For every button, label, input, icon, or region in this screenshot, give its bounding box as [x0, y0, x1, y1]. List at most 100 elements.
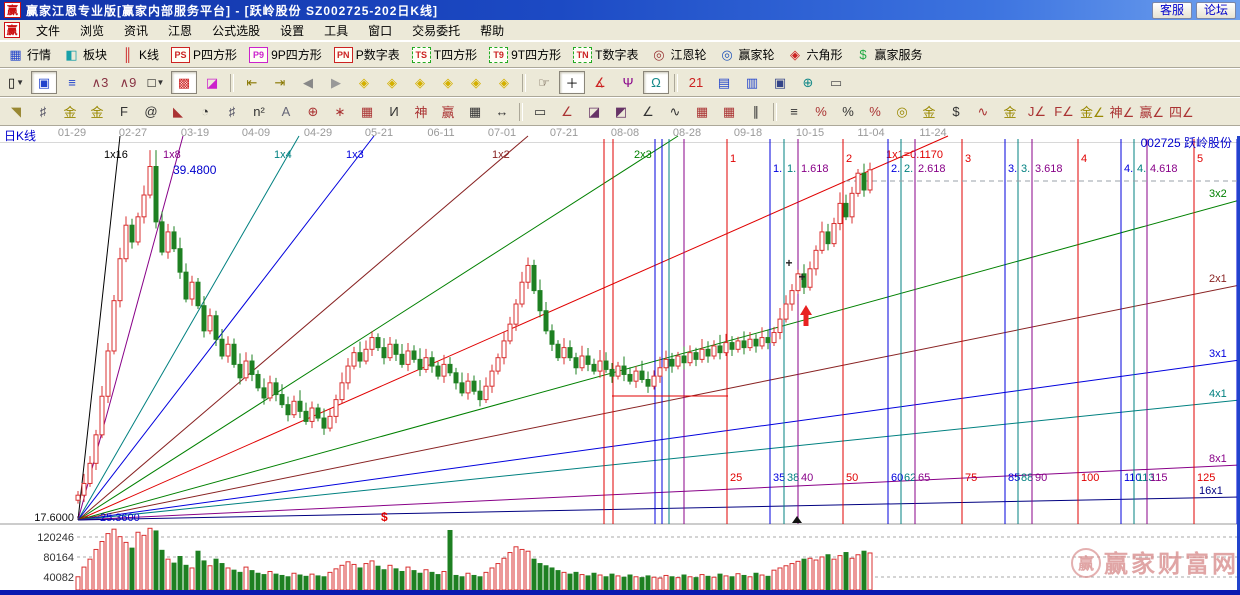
candlestick[interactable] — [388, 344, 392, 357]
wave-3-icon[interactable]: ∧3 — [87, 71, 113, 94]
candlestick[interactable] — [94, 435, 98, 464]
percent-red-icon[interactable]: % — [862, 100, 888, 123]
angle-measure-icon[interactable]: ∡ — [587, 71, 613, 94]
candlestick[interactable] — [322, 418, 326, 428]
candlestick[interactable] — [838, 203, 842, 223]
candlestick[interactable] — [664, 359, 668, 367]
pattern-markers-icon[interactable]: ▩ — [171, 71, 197, 94]
candlestick[interactable] — [802, 274, 806, 287]
center-diamond-icon[interactable]: ◈ — [491, 71, 517, 94]
candlestick[interactable] — [580, 356, 584, 368]
candlestick[interactable] — [616, 366, 620, 376]
pan-left-diamond-icon[interactable]: ◈ — [351, 71, 377, 94]
toolbar-button-gann-wheel[interactable]: ◎江恩轮 — [646, 44, 710, 65]
candlestick[interactable] — [154, 167, 158, 222]
candlestick[interactable] — [418, 359, 422, 369]
box-measure-icon[interactable]: ▭ — [527, 100, 553, 123]
candlestick[interactable] — [538, 291, 542, 311]
candlestick[interactable] — [346, 366, 350, 383]
golden-section-v-icon[interactable]: 金 — [84, 100, 110, 123]
toolbar-button-t-number-table[interactable]: TNT数字表 — [569, 44, 642, 65]
candlestick[interactable] — [394, 344, 398, 354]
candlestick[interactable] — [454, 373, 458, 383]
crosshair-icon[interactable]: ＋ — [559, 71, 585, 94]
first-bar-icon[interactable]: ⇤ — [239, 71, 265, 94]
candlestick[interactable] — [496, 358, 500, 371]
wave-9-icon[interactable]: ∧9 — [115, 71, 141, 94]
toolbar-button-t-square[interactable]: TST四方形 — [408, 44, 481, 65]
candlestick[interactable] — [508, 324, 512, 341]
web-link-icon[interactable]: ⊕ — [795, 71, 821, 94]
candlestick[interactable] — [676, 356, 680, 366]
candlestick[interactable] — [250, 361, 254, 374]
candlestick[interactable] — [784, 304, 788, 319]
candlestick[interactable] — [100, 396, 104, 435]
angle-ruler-icon[interactable]: A — [273, 100, 299, 123]
candlestick[interactable] — [592, 364, 596, 371]
gann-shape-tool-icon[interactable]: Ψ — [615, 71, 641, 94]
candle-style-dropdown-icon[interactable]: □▼ — [143, 71, 169, 94]
prev-bar-icon[interactable]: ◀ — [295, 71, 321, 94]
candlestick[interactable] — [742, 341, 746, 348]
shen-tool-icon[interactable]: 神 — [408, 100, 434, 123]
gold-lines-icon[interactable]: 金 — [916, 100, 942, 123]
save-disk-icon[interactable]: ▣ — [767, 71, 793, 94]
candlestick[interactable] — [478, 391, 482, 399]
candlestick[interactable] — [484, 386, 488, 399]
candlestick[interactable] — [532, 265, 536, 290]
candlestick[interactable] — [208, 316, 212, 331]
candlestick[interactable] — [520, 282, 524, 304]
candlestick[interactable] — [340, 383, 344, 400]
candlestick[interactable] — [844, 203, 848, 216]
gann-grid-1-icon[interactable]: ▦ — [689, 100, 715, 123]
candlestick[interactable] — [868, 170, 872, 190]
fib-lines-icon[interactable]: F — [111, 100, 137, 123]
candlestick[interactable] — [166, 232, 170, 252]
candlestick[interactable] — [736, 341, 740, 349]
zigzag-wave-icon[interactable]: ∿ — [662, 100, 688, 123]
gann-grid-red-icon[interactable]: ▦ — [354, 100, 380, 123]
calendar-21-icon[interactable]: 21 — [683, 71, 709, 94]
candlestick[interactable] — [232, 344, 236, 364]
candlestick[interactable] — [76, 495, 80, 500]
candlestick[interactable] — [568, 348, 572, 358]
candlestick[interactable] — [196, 282, 200, 305]
candlestick[interactable] — [424, 358, 428, 370]
candlestick[interactable] — [712, 346, 716, 356]
candlestick[interactable] — [244, 361, 248, 378]
candlestick[interactable] — [178, 249, 182, 272]
candlestick[interactable] — [448, 364, 452, 372]
last-bar-icon[interactable]: ⇥ — [267, 71, 293, 94]
candlestick[interactable] — [724, 343, 728, 353]
candlestick[interactable] — [334, 400, 338, 417]
menu-item-news[interactable]: 资讯 — [114, 20, 158, 41]
toolbar-button-winner-service[interactable]: $赢家服务 — [851, 44, 927, 65]
web-star-icon[interactable]: ∗ — [327, 100, 353, 123]
toolbar-button-kline[interactable]: ║K线 — [115, 44, 163, 65]
candlestick[interactable] — [370, 338, 374, 350]
fit-all-diamond-icon[interactable]: ◈ — [463, 71, 489, 94]
candlestick[interactable] — [142, 195, 146, 217]
candlestick[interactable] — [472, 381, 476, 391]
gold-band-icon[interactable]: 金 — [997, 100, 1023, 123]
candlestick[interactable] — [586, 356, 590, 364]
candlestick[interactable] — [790, 291, 794, 304]
candlestick[interactable] — [184, 272, 188, 299]
gold-angle-icon[interactable]: 金∠ — [1078, 100, 1107, 123]
candlestick[interactable] — [82, 483, 86, 495]
toolbar-button-p-number-table[interactable]: PNP数字表 — [330, 44, 404, 65]
compress-h-diamond-icon[interactable]: ◈ — [435, 71, 461, 94]
candlestick[interactable] — [202, 306, 206, 331]
price-ruler-icon[interactable]: ≡ — [781, 100, 807, 123]
candlestick[interactable] — [766, 338, 770, 343]
k-mark-icon[interactable]: И — [381, 100, 407, 123]
candlestick[interactable] — [214, 316, 218, 339]
candlestick[interactable] — [562, 348, 566, 358]
candlestick[interactable] — [490, 371, 494, 386]
candlestick[interactable] — [640, 371, 644, 379]
toolbar-button-quotes[interactable]: ▦行情 — [3, 44, 55, 65]
candlestick[interactable] — [652, 376, 656, 386]
candlestick[interactable] — [826, 232, 830, 244]
candlestick[interactable] — [412, 351, 416, 359]
candlestick[interactable] — [502, 341, 506, 358]
